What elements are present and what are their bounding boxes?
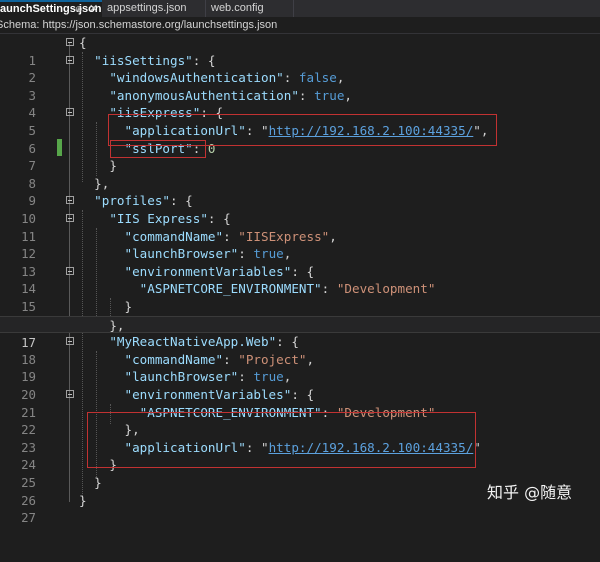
fold-toggle-icon[interactable] [66, 108, 74, 117]
code-line: 1 { [0, 34, 600, 68]
code-line: 10 "profiles": { [0, 192, 600, 226]
code-line: 14 "environmentVariables": { [0, 263, 600, 297]
code-editor[interactable]: 1 { 2 "iisSettings": { 3 "windowsAuthent… [0, 34, 600, 525]
code-line-current: 17 }, [0, 315, 600, 350]
tab-label: appsettings.json [107, 2, 187, 14]
tab-webconfig[interactable]: web.config [208, 0, 294, 17]
code-line: 16 } [0, 298, 600, 332]
fold-toggle-icon[interactable] [66, 38, 74, 46]
code-line: 8 } [0, 157, 600, 191]
code-line: 19 "commandName": "Project", [0, 351, 600, 385]
fold-toggle-icon[interactable] [66, 337, 74, 346]
highlight-box-ssl-port [110, 140, 206, 158]
fold-toggle-icon[interactable] [66, 214, 74, 222]
json-key: "MyReactNativeApp.Web" [109, 334, 277, 350]
json-key: "launchBrowser" [124, 369, 239, 385]
schema-url[interactable]: Schema: https://json.schemastore.org/lau… [0, 17, 277, 33]
tab-label: web.config [211, 2, 264, 14]
tab-bar: launchSettings.json ⊕ ✕ appsettings.json… [0, 0, 600, 17]
highlight-box-profile-url [87, 412, 476, 468]
json-value: true [253, 246, 284, 262]
fold-toggle-icon[interactable] [66, 390, 74, 398]
json-value: "Project" [238, 351, 307, 367]
code-line: 13 "launchBrowser": true, [0, 245, 600, 279]
schema-bar: Schema: https://json.schemastore.org/lau… [0, 17, 600, 34]
json-key: "iisSettings" [94, 52, 193, 68]
close-icon[interactable]: ✕ [89, 2, 98, 16]
json-key: "environmentVariables" [124, 263, 292, 279]
code-line: 3 "windowsAuthentication": false, [0, 69, 600, 103]
code-line: 11 "IIS Express": { [0, 210, 600, 244]
code-line: 18 "MyReactNativeApp.Web": { [0, 333, 600, 367]
code-line: 15 "ASPNETCORE_ENVIRONMENT": "Developmen… [0, 280, 600, 314]
json-key: "ASPNETCORE_ENVIRONMENT" [139, 281, 322, 297]
code-line: 4 "anonymousAuthentication": true, [0, 87, 600, 121]
json-key: "commandName" [124, 228, 224, 244]
code-line: 20 "launchBrowser": true, [0, 368, 600, 402]
json-value: "IISExpress" [238, 228, 330, 244]
json-key: "environmentVariables" [124, 387, 292, 402]
json-key: "IIS Express" [109, 211, 208, 226]
json-key: "commandName" [124, 351, 224, 367]
code-line: 2 "iisSettings": { [0, 52, 600, 86]
code-line: 9 }, [0, 175, 600, 209]
json-key: "anonymousAuthentication" [109, 87, 299, 103]
json-key: "profiles" [94, 193, 170, 209]
json-value: true [253, 369, 284, 385]
code-line: 21 "environmentVariables": { [0, 386, 600, 420]
fold-toggle-icon[interactable] [66, 266, 74, 275]
tab-label: launchSettings.json [0, 3, 102, 15]
fold-toggle-icon[interactable] [66, 55, 74, 64]
json-value: false [298, 70, 337, 86]
json-value: "Development" [336, 281, 436, 297]
tab-launchsettings[interactable]: launchSettings.json ⊕ ✕ [0, 0, 102, 17]
json-key: "launchBrowser" [124, 246, 239, 262]
fold-toggle-icon[interactable] [66, 196, 74, 205]
tab-appsettings[interactable]: appsettings.json [104, 0, 206, 17]
line-number: 27 [21, 510, 36, 526]
json-value: true [314, 87, 345, 103]
pin-icon[interactable]: ⊕ [75, 2, 83, 16]
code-line: 12 "commandName": "IISExpress", [0, 228, 600, 262]
json-key: "windowsAuthentication" [109, 70, 284, 86]
watermark: 知乎 @随意 [487, 483, 573, 502]
